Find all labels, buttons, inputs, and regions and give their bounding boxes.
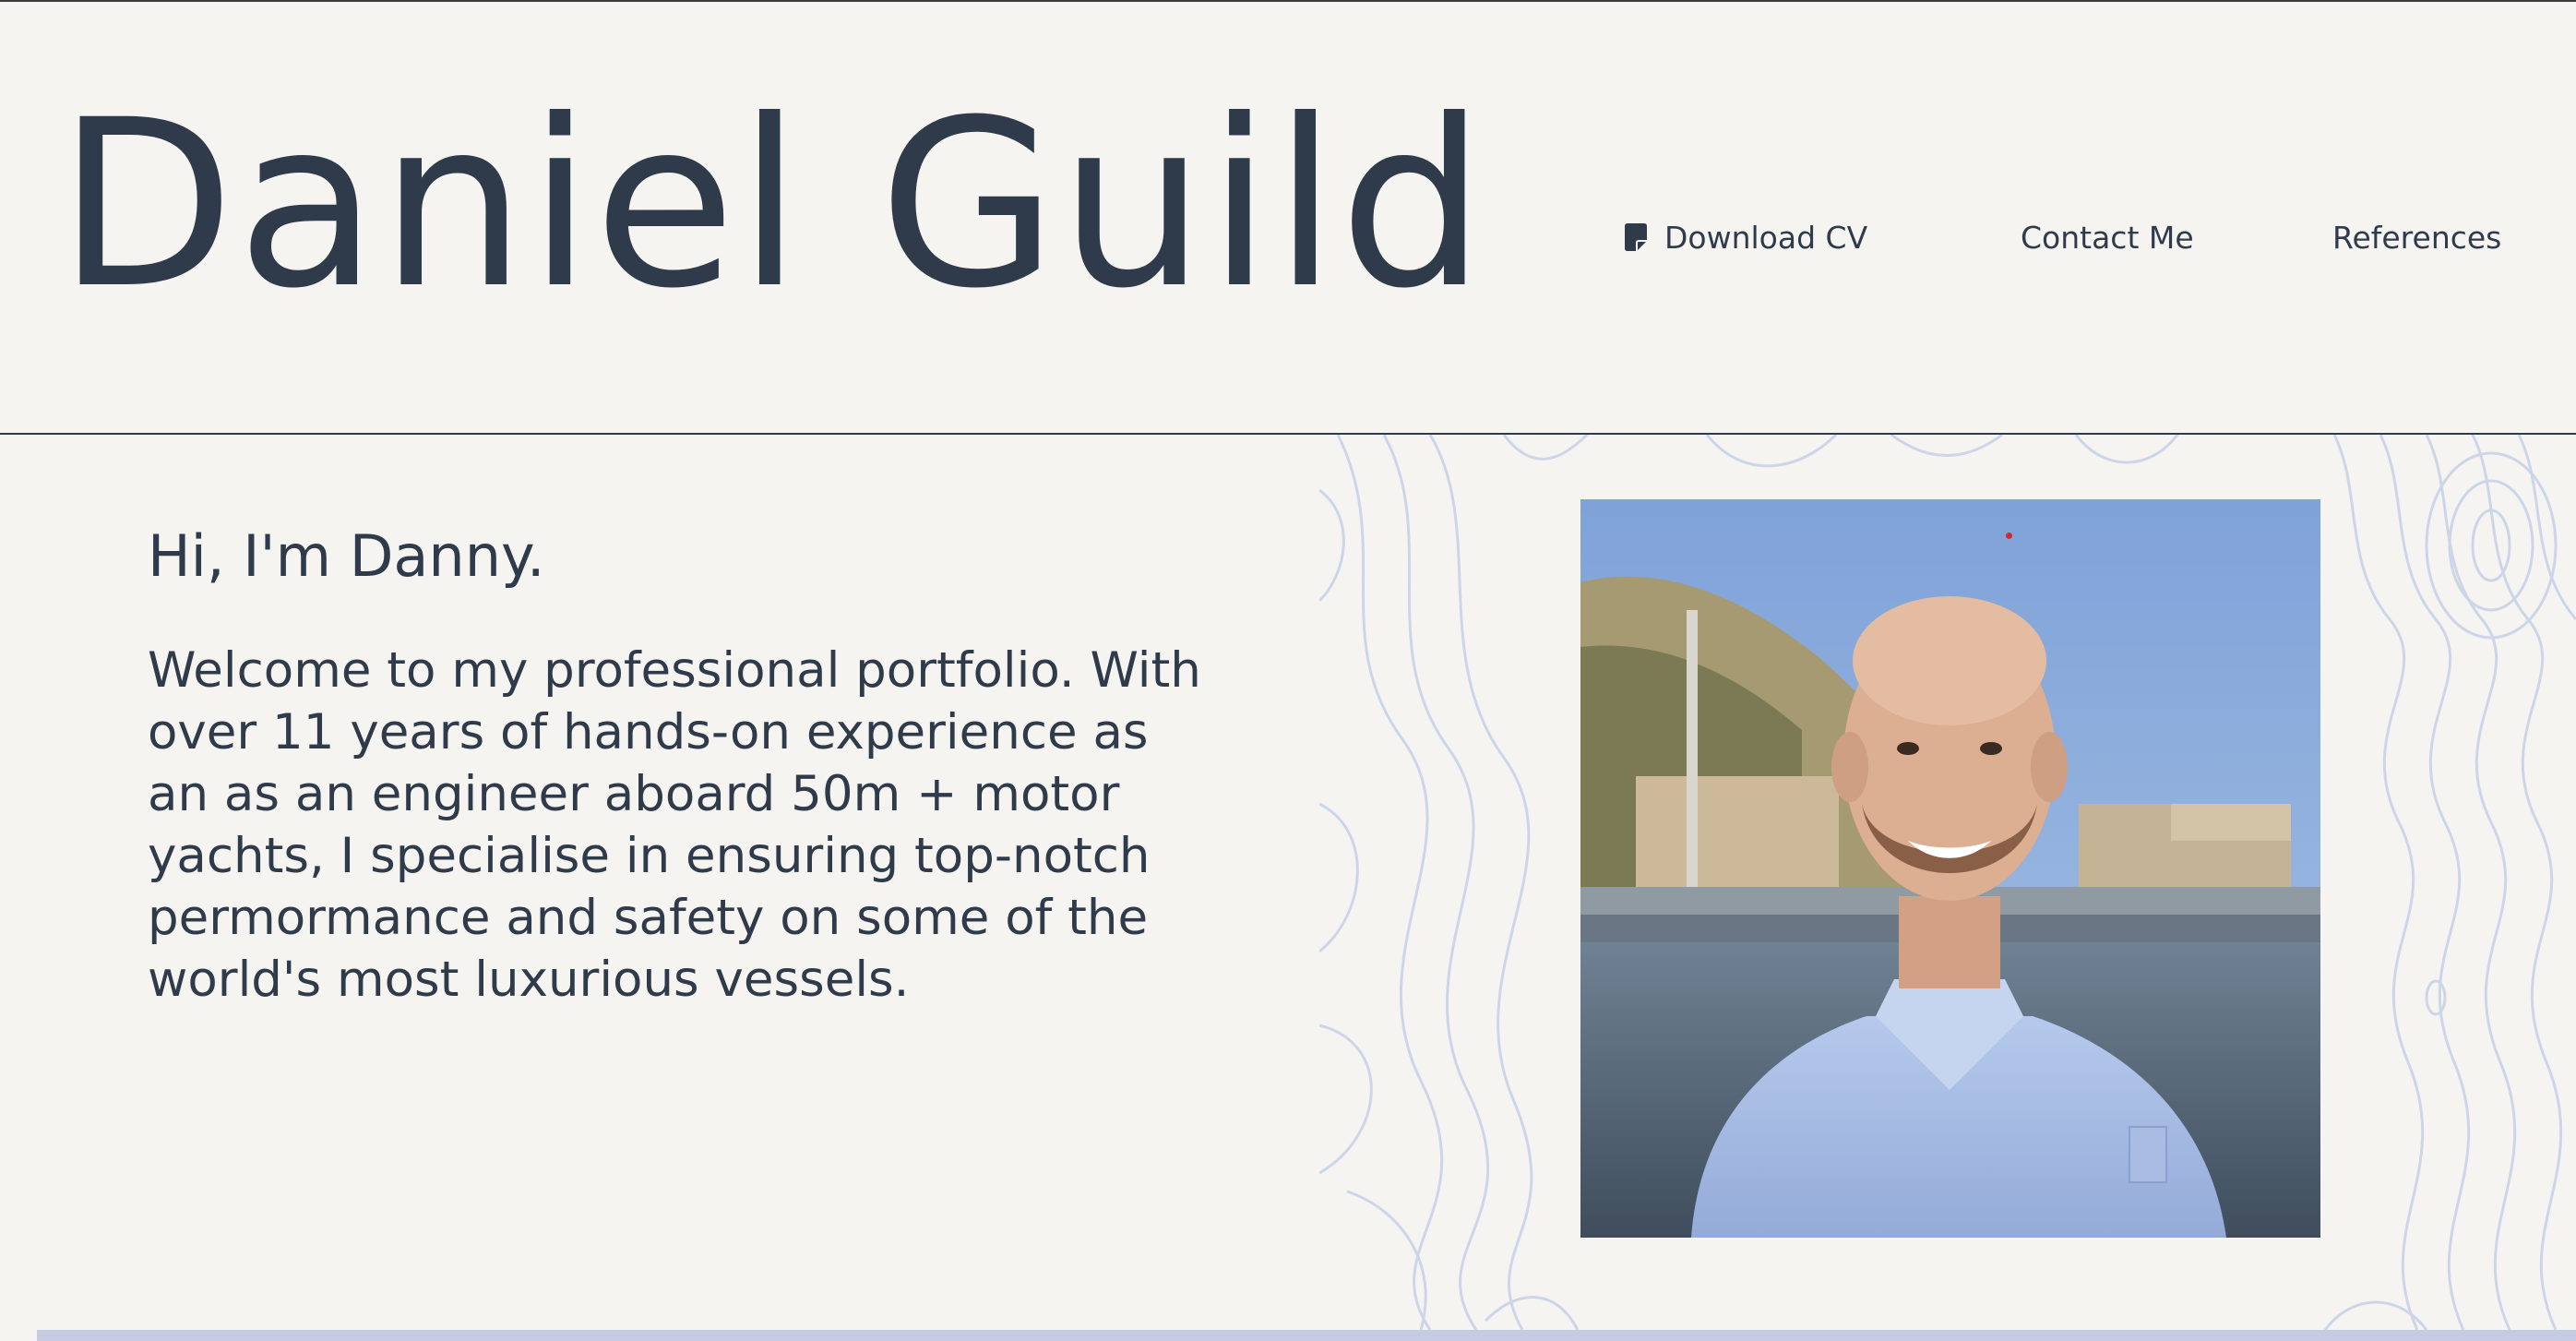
download-cv-link[interactable]: Download CV (1624, 214, 1867, 260)
intro-paragraph: Welcome to my professional portfolio. Wi… (148, 642, 1201, 1008)
references-link[interactable]: References (2332, 214, 2501, 260)
site-header: Daniel Guild Download CV Contact Me Refe… (0, 2, 2576, 434)
portrait-section (1319, 435, 2576, 1330)
download-cv-label: Download CV (1664, 219, 1868, 256)
intro-section: Hi, I'm Danny. Welcome to my professiona… (0, 435, 1319, 1330)
red-dot-marker (2006, 533, 2012, 539)
document-icon (1625, 223, 1647, 251)
contact-me-link[interactable]: Contact Me (2021, 214, 2194, 260)
profile-photo-illustration (1580, 499, 2320, 1238)
profile-photo (1580, 499, 2320, 1238)
greeting-heading: Hi, I'm Danny. (148, 522, 545, 590)
portfolio-page: Daniel Guild Download CV Contact Me Refe… (0, 0, 2576, 1341)
bottom-accent-band (37, 1330, 2576, 1341)
site-title: Daniel Guild (57, 70, 1488, 339)
